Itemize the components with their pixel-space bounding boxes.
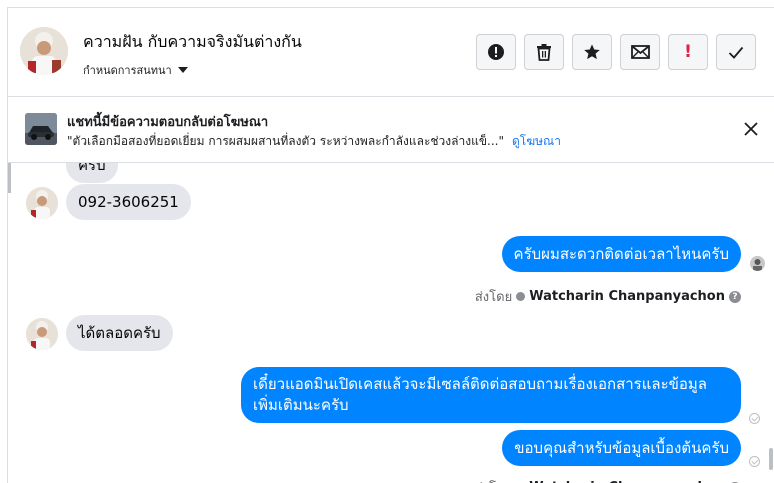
- ad-banner-text: "ตัวเลือกมือสองที่ยอดเยี่ยม การผสมผสานที…: [67, 132, 561, 151]
- message-bubble-outgoing: เดี๋ยวแอดมินเปิดเคสแล้วจะมีเซลล์ติดต่อสอ…: [241, 367, 741, 423]
- message-text: ครับผมสะดวกติดต่อเวลาไหนครับ: [513, 245, 729, 263]
- seen-avatar: [750, 256, 765, 271]
- message-thread[interactable]: ครับ 092-3606251 ครับผมสะดวกติดต่อเวลาไห…: [8, 163, 774, 483]
- contact-avatar-small: [26, 187, 58, 219]
- ad-quote: "ตัวเลือกมือสองที่ยอดเยี่ยม การผสมผสานที…: [67, 134, 504, 148]
- mark-important-button[interactable]: !: [668, 34, 708, 70]
- delete-button[interactable]: [524, 34, 564, 70]
- checkmark-icon: [728, 46, 744, 59]
- star-button[interactable]: [572, 34, 612, 70]
- conversation-actions: !: [476, 34, 756, 70]
- message-text: ขอบคุณสำหรับข้อมูลเบื้องต้นครับ: [514, 439, 729, 457]
- message-text: ครับ: [78, 163, 106, 174]
- mail-icon: [630, 45, 650, 59]
- message-bubble-incoming: ครับ: [66, 163, 118, 183]
- message-bubble-outgoing: ขอบคุณสำหรับข้อมูลเบื้องต้นครับ: [502, 430, 741, 466]
- message-text: 092-3606251: [78, 193, 179, 211]
- close-icon: [744, 122, 758, 136]
- conversation-settings-label: กำหนดการสนทนา: [83, 64, 172, 77]
- mark-important-icon: !: [684, 42, 692, 62]
- scrollbar-thumb[interactable]: [8, 163, 11, 193]
- message-text: ได้ตลอดครับ: [78, 324, 161, 342]
- sent-by-prefix: ส่งโดย: [474, 290, 513, 305]
- contact-avatar-small: [26, 318, 58, 350]
- scrollbar-thumb-right[interactable]: [769, 448, 773, 470]
- ad-banner-title: แชทนี้มีข้อความตอบกลับต่อโฆษณา: [67, 115, 269, 130]
- ad-thumbnail[interactable]: [25, 113, 57, 145]
- sent-by-info: ส่งโดย Watcharin Chanpanyachon ?: [475, 477, 741, 483]
- help-icon[interactable]: ?: [729, 290, 741, 303]
- star-icon: [584, 44, 600, 60]
- sent-icon: [516, 292, 526, 301]
- trash-icon: [537, 44, 551, 61]
- delivered-check-icon: [749, 456, 760, 467]
- message-bubble-incoming: ได้ตลอดครับ: [66, 315, 173, 351]
- inbox-conversation-panel: ความฝัน กับความจริงมันต่างกัน กำหนดการสน…: [7, 7, 774, 483]
- conversation-header: ความฝัน กับความจริงมันต่างกัน กำหนดการสน…: [8, 8, 774, 97]
- sent-by-prefix: ส่งโดย: [475, 477, 512, 483]
- sender-name: Watcharin Chanpanyachon: [529, 289, 725, 304]
- report-spam-button[interactable]: [476, 34, 516, 70]
- message-text: เดี๋ยวแอดมินเปิดเคสแล้วจะมีเซลล์ติดต่อสอ…: [253, 375, 707, 414]
- delivered-check-icon: [749, 413, 760, 424]
- message-bubble-outgoing: ครับผมสะดวกติดต่อเวลาไหนครับ: [501, 236, 741, 272]
- conversation-settings-dropdown[interactable]: กำหนดการสนทนา: [83, 61, 188, 79]
- mark-unread-button[interactable]: [620, 34, 660, 70]
- report-icon: [488, 44, 504, 60]
- ad-reply-banner: แชทนี้มีข้อความตอบกลับต่อโฆษณา "ตัวเลือก…: [8, 97, 774, 163]
- sent-by-info: ส่งโดย Watcharin Chanpanyachon ?: [475, 286, 741, 307]
- close-banner-button[interactable]: [741, 119, 761, 139]
- message-bubble-incoming: 092-3606251: [66, 184, 191, 220]
- contact-avatar[interactable]: [20, 27, 68, 75]
- view-ad-link[interactable]: ดูโฆษณา: [512, 134, 561, 148]
- mark-done-button[interactable]: [716, 34, 756, 70]
- contact-name: ความฝัน กับความจริงมันต่างกัน: [83, 32, 302, 51]
- caret-down-icon: [177, 67, 188, 73]
